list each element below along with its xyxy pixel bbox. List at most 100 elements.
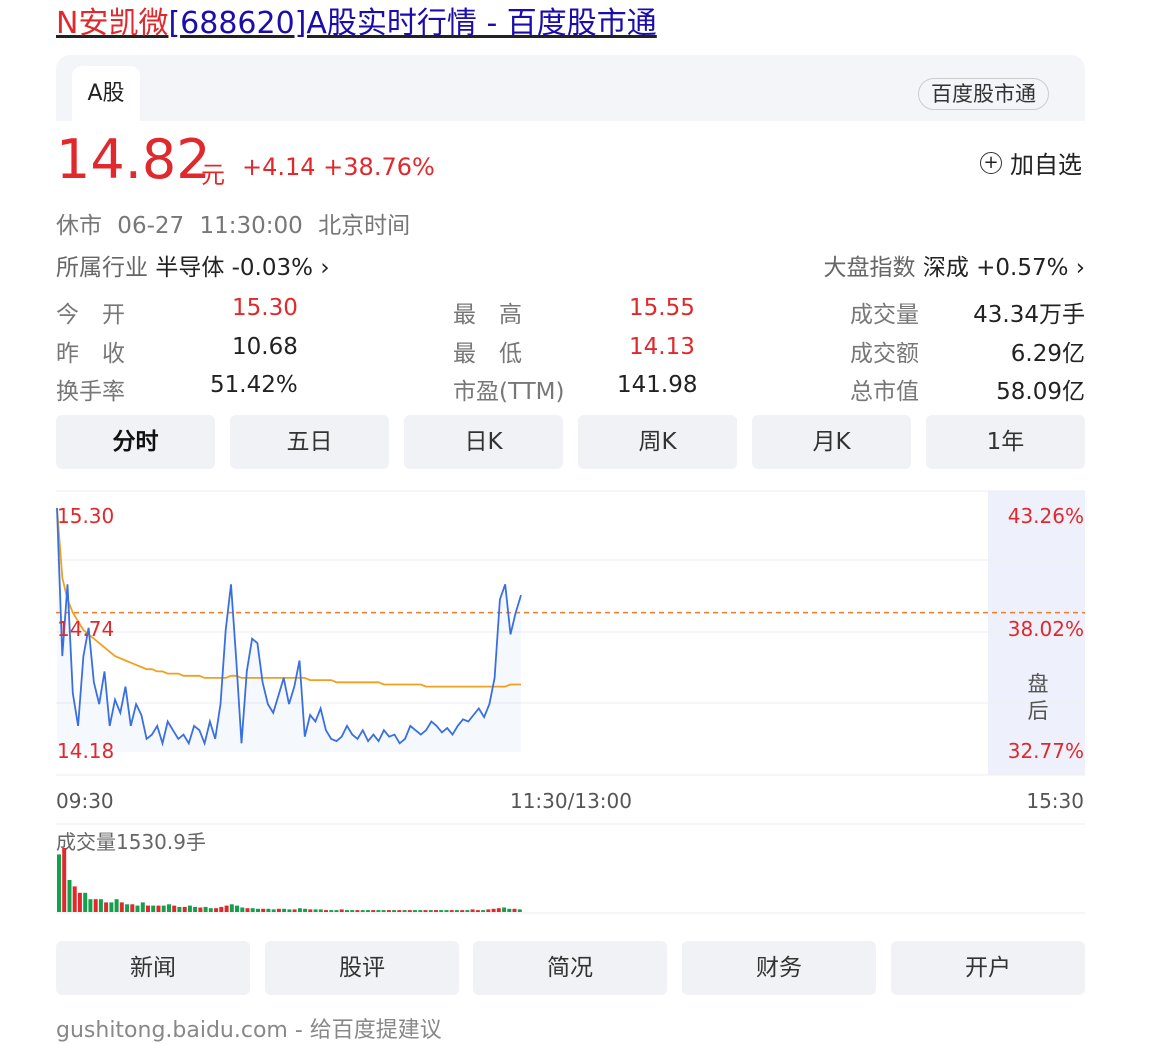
volume-bar xyxy=(502,907,507,912)
time-label-end: 15:30 xyxy=(1026,789,1084,813)
volume-bar xyxy=(313,909,318,912)
market-status: 休市 06-27 11:30:00 北京时间 xyxy=(56,213,411,239)
volume-bar xyxy=(439,910,444,912)
price-change: +4.14 +38.76% xyxy=(242,153,435,181)
y-label-bottom: 14.18 xyxy=(57,739,114,763)
volume-bar xyxy=(397,910,402,912)
index-link[interactable]: 大盘指数 深成 +0.57% › xyxy=(824,248,1085,282)
volume-bar xyxy=(444,910,449,912)
average-price-line xyxy=(56,507,521,688)
tab-intraday[interactable]: 分时 xyxy=(56,415,215,469)
volume-bar xyxy=(198,907,203,912)
tab-a-share[interactable]: A股 xyxy=(72,66,140,121)
intraday-chart[interactable]: 15.30 14.74 14.18 43.26% 38.02% 32.77% 盘… xyxy=(0,480,1154,925)
volume-bar xyxy=(282,908,287,912)
pct-label-mid: 38.02% xyxy=(1008,617,1084,641)
volume-bar xyxy=(481,910,486,912)
volume-bar xyxy=(140,902,145,912)
stat-label-prev-close: 昨 收 xyxy=(56,341,125,367)
volume-bar xyxy=(345,910,349,912)
volume-bar xyxy=(214,908,219,912)
volume-bar xyxy=(261,908,266,912)
volume-bar xyxy=(297,908,302,912)
stat-value-market-cap: 58.09亿 xyxy=(996,379,1085,405)
price-area-fill xyxy=(57,508,521,752)
stat-label-low: 最 低 xyxy=(453,341,522,367)
add-watchlist-button[interactable]: + 加自选 xyxy=(980,145,1082,180)
tab-open-account[interactable]: 开户 xyxy=(891,941,1085,995)
volume-bar xyxy=(271,909,276,912)
volume-bar xyxy=(72,886,77,912)
stat-label-volume: 成交量 xyxy=(850,302,919,328)
volume-bar xyxy=(208,908,213,912)
tab-one-year[interactable]: 1年 xyxy=(926,415,1085,469)
page-title-link[interactable]: N安凯微[688620]A股实时行情 - 百度股市通 xyxy=(56,4,657,44)
chevron-right-icon: › xyxy=(1075,255,1085,281)
volume-bar xyxy=(491,908,496,912)
index-label: 大盘指数 xyxy=(823,255,916,281)
volume-bar xyxy=(235,905,239,912)
tab-profile[interactable]: 简况 xyxy=(473,941,667,995)
stat-value-high: 15.55 xyxy=(629,295,695,321)
stat-label-market-cap: 总市值 xyxy=(850,379,919,405)
stat-value-turnover: 6.29亿 xyxy=(1010,341,1085,367)
volume-bar xyxy=(93,899,98,912)
volume-bar xyxy=(57,854,61,912)
volume-bar xyxy=(324,910,328,912)
volume-bar xyxy=(402,910,407,912)
volume-bar xyxy=(486,909,491,912)
volume-bar xyxy=(512,908,517,912)
volume-bar xyxy=(303,908,308,912)
volume-bar xyxy=(240,907,245,912)
stat-value-pe: 141.98 xyxy=(617,372,698,398)
volume-bar xyxy=(475,910,480,912)
volume-bar xyxy=(156,905,161,912)
add-watchlist-label: 加自选 xyxy=(1010,151,1082,179)
industry-link[interactable]: 所属行业 半导体 -0.03% › xyxy=(56,248,330,282)
volume-bar xyxy=(130,904,135,912)
volume-bar xyxy=(119,902,124,912)
volume-bar xyxy=(177,906,182,912)
volume-bar xyxy=(376,910,381,912)
volume-bar xyxy=(381,910,386,912)
stat-value-open: 15.30 xyxy=(232,295,298,321)
tab-five-day[interactable]: 五日 xyxy=(230,415,389,469)
volume-bar xyxy=(496,908,501,912)
volume-bar xyxy=(392,910,397,912)
volume-bar xyxy=(318,909,323,912)
tab-weekly-k[interactable]: 周K xyxy=(578,415,737,469)
tab-monthly-k[interactable]: 月K xyxy=(752,415,911,469)
tab-daily-k[interactable]: 日K xyxy=(404,415,563,469)
source-badge[interactable]: 百度股市通 xyxy=(918,78,1049,110)
stat-value-low: 14.13 xyxy=(629,334,695,360)
volume-bar xyxy=(287,909,292,912)
volume-bar xyxy=(167,904,171,912)
index-value: 深成 +0.57% xyxy=(922,255,1069,281)
volume-bar xyxy=(245,908,250,912)
volume-bar xyxy=(407,910,412,912)
tab-news[interactable]: 新闻 xyxy=(56,941,250,995)
volume-bar xyxy=(67,880,72,912)
pct-label-top: 43.26% xyxy=(1008,504,1084,528)
plus-circle-icon: + xyxy=(980,151,1002,174)
volume-bar xyxy=(77,892,82,912)
after-hours-label-1: 盘 xyxy=(1028,672,1049,696)
volume-bar xyxy=(224,905,229,912)
volume-bar xyxy=(114,899,119,912)
stock-name: N安凯微 xyxy=(56,6,169,41)
time-label-start: 09:30 xyxy=(56,789,114,813)
volume-bar xyxy=(62,848,67,912)
volume-bar xyxy=(434,910,438,912)
volume-bar xyxy=(418,910,423,912)
after-hours-label-2: 后 xyxy=(1028,699,1049,723)
y-label-mid: 14.74 xyxy=(57,617,114,641)
tab-finance[interactable]: 财务 xyxy=(682,941,876,995)
volume-bar xyxy=(339,909,344,912)
volume-bar xyxy=(187,905,192,912)
volume-bar xyxy=(308,909,313,912)
tab-comments[interactable]: 股评 xyxy=(265,941,459,995)
stat-value-turnover-rate: 51.42% xyxy=(210,372,298,398)
footer-link[interactable]: gushitong.baidu.com - 给百度提建议 xyxy=(56,1012,442,1044)
price-unit: 元 xyxy=(201,161,225,189)
volume-bar xyxy=(151,905,156,912)
